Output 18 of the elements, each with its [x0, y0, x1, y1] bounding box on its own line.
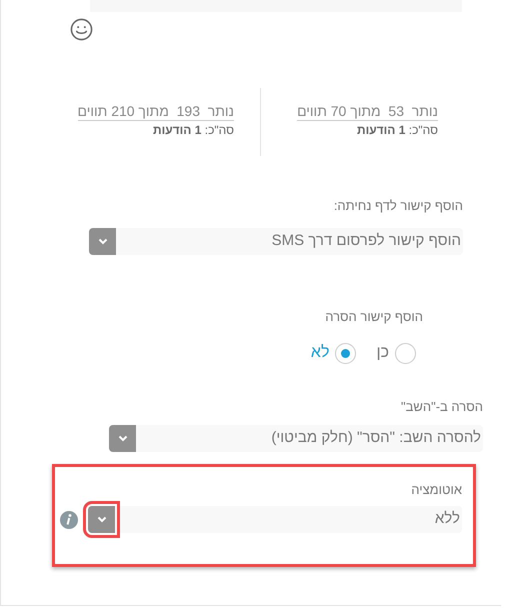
message-total: סה"כ: 1 הודעות [357, 122, 438, 139]
info-icon[interactable] [60, 510, 78, 528]
field-label: הוסף קישור הסרה [324, 308, 423, 326]
character-counter: נותר 193 מתוך 210 תווים [78, 102, 234, 121]
chevron-icon [98, 238, 108, 245]
character-counter: נותר 53 מתוך 70 תווים [297, 102, 438, 121]
field-label: אוטומציה [410, 481, 462, 499]
dropdown-select[interactable]: הוסף קישור לפרסום דרך SMS [89, 228, 463, 255]
chevron-icon [96, 516, 106, 523]
field-label: הסרה ב-"השב" [400, 398, 483, 416]
dropdown-select[interactable]: להסרה השב: "הסר" (חלק מביטוי) [109, 425, 483, 452]
radio-option[interactable]: לא [310, 341, 356, 365]
smiley-icon[interactable] [70, 18, 93, 41]
chevron-icon [118, 435, 128, 442]
message-total: סה"כ: 1 הודעות [153, 122, 234, 139]
field-label: הוסף קישור לדף נחיתה: [332, 197, 463, 215]
radio-option[interactable]: כן [376, 341, 416, 365]
dropdown-select[interactable]: ללא [88, 506, 462, 533]
